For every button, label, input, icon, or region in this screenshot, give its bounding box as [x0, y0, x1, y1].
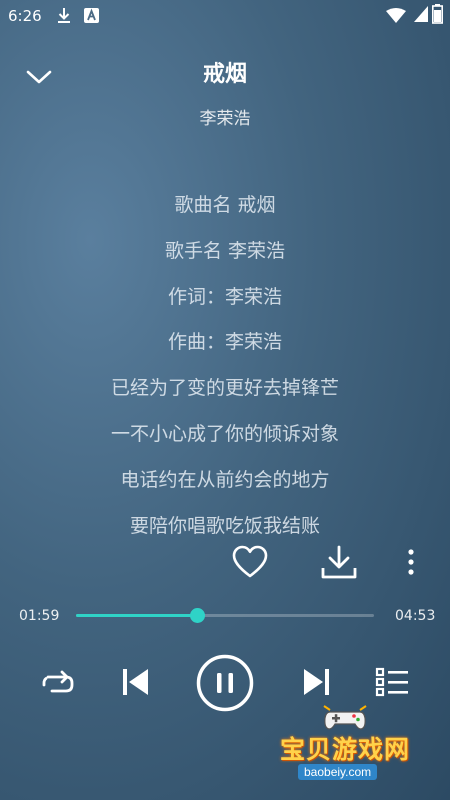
lyric-line: 要陪你唱歌吃饭我结账 [129, 514, 320, 537]
lyric-line: 已经为了变的更好去掉锋芒 [110, 377, 339, 400]
download-button[interactable] [320, 544, 358, 584]
lyric-line: 歌曲名 戒烟 [174, 194, 276, 216]
more-button[interactable] [404, 548, 418, 580]
signal-icon [414, 6, 428, 28]
a-letter-icon [84, 8, 99, 27]
progress-fill [76, 614, 197, 617]
play-pause-button[interactable] [196, 654, 254, 716]
repeat-icon [42, 670, 74, 693]
elapsed-time: 01:59 [19, 608, 60, 624]
progress-bar[interactable] [76, 608, 374, 623]
status-bar: 6:26 [0, 0, 450, 34]
watermark: 宝贝游戏网 baobeiy.com [270, 700, 440, 790]
lyrics-panel[interactable]: 歌曲名 戒烟 歌手名 李荣浩 作词：李荣浩 作曲：李荣浩 已经为了变的更好去掉锋… [0, 188, 450, 548]
lyric-line: 歌手名 李荣浩 [164, 239, 286, 262]
lyric-line: 电话约在从前约会的地方 [120, 468, 330, 491]
wifi-icon [386, 8, 406, 28]
artist-name: 李荣浩 [199, 109, 251, 129]
download-icon [56, 7, 72, 29]
heart-icon [232, 545, 268, 578]
song-title: 戒烟 [202, 62, 247, 87]
lyric-line: 一不小心成了你的倾诉对象 [110, 422, 339, 445]
pause-icon [196, 654, 254, 712]
status-time: 6:26 [8, 7, 42, 25]
watermark-url: baobeiy.com [298, 764, 378, 780]
more-vertical-icon [408, 549, 414, 575]
total-time: 04:53 [395, 608, 436, 624]
watermark-text: 宝贝游戏网 [279, 735, 410, 764]
lyric-line: 作词：李荣浩 [167, 285, 282, 308]
lyric-line: 作曲：李荣浩 [167, 331, 282, 354]
playlist-button[interactable] [374, 666, 410, 702]
playlist-icon [375, 667, 408, 697]
battery-icon [432, 4, 443, 28]
previous-button[interactable] [120, 666, 152, 702]
previous-icon [123, 669, 148, 695]
favorite-button[interactable] [232, 545, 268, 583]
next-icon [304, 669, 329, 695]
next-button[interactable] [300, 666, 332, 702]
repeat-button[interactable] [40, 668, 76, 702]
download-icon [321, 545, 357, 579]
progress-thumb[interactable] [189, 608, 205, 623]
